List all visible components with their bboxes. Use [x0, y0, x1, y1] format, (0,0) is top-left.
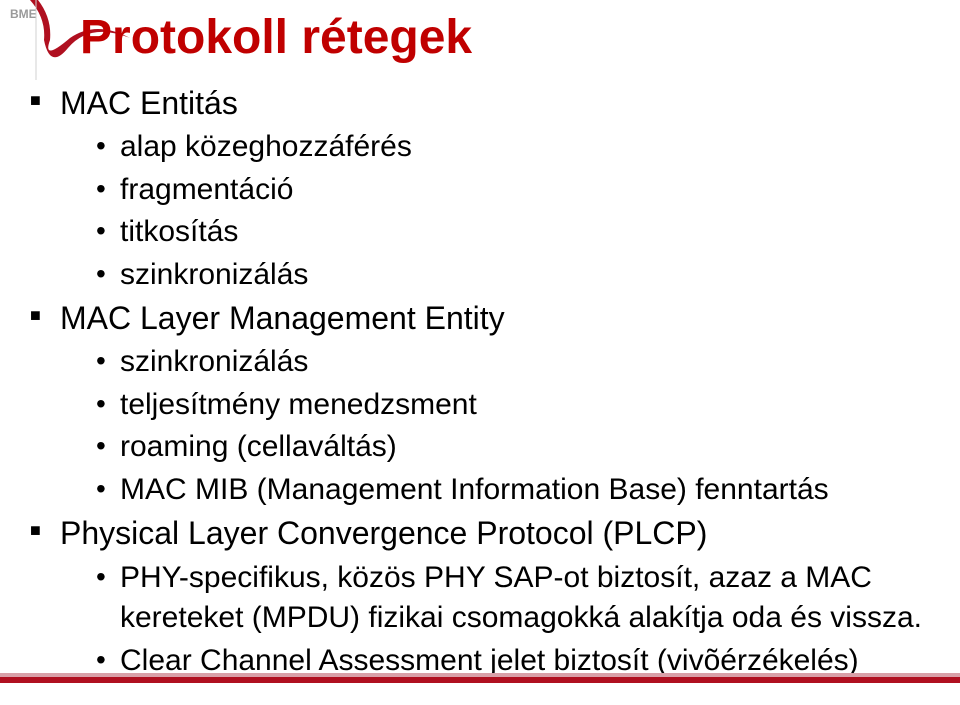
bullet-item: szinkronizálás [30, 255, 930, 296]
section-heading: MAC Layer Management Entity [30, 297, 930, 340]
bullet-item: teljesítmény menedzsment [30, 385, 930, 426]
bullet-item: fragmentáció [30, 170, 930, 211]
logo-text: BME [10, 7, 37, 21]
bullet-item: alap közeghozzáférés [30, 127, 930, 168]
section-heading: Physical Layer Convergence Protocol (PLC… [30, 512, 930, 555]
slide-title: Protokoll rétegek [80, 10, 472, 65]
slide-content: MAC Entitás alap közeghozzáférés fragmen… [30, 82, 930, 683]
bullet-item: titkosítás [30, 212, 930, 253]
footer-bar [0, 673, 960, 687]
section-heading: MAC Entitás [30, 82, 930, 125]
bullet-item: szinkronizálás [30, 342, 930, 383]
bullet-item: PHY-specifikus, közös PHY SAP-ot biztosí… [30, 558, 930, 639]
bullet-item: roaming (cellaváltás) [30, 427, 930, 468]
bullet-item: MAC MIB (Management Information Base) fe… [30, 470, 930, 511]
